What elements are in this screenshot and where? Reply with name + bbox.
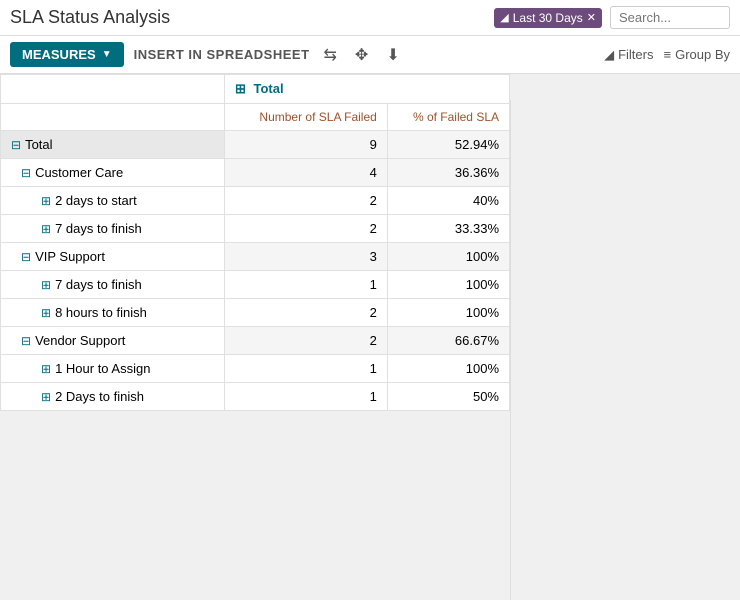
- value-cell: 100%: [387, 355, 509, 383]
- table-row: ⊞ 1 Hour to Assign 1100%: [1, 355, 510, 383]
- expand-icon[interactable]: ⊞: [41, 306, 51, 320]
- table-row: ⊟ Total 952.94%: [1, 131, 510, 159]
- measures-button[interactable]: MEASURES ▼: [10, 42, 124, 67]
- value-cell: 52.94%: [387, 131, 509, 159]
- table-row: ⊞ 7 days to finish 233.33%: [1, 215, 510, 243]
- groupby-button[interactable]: ≡ Group By: [663, 47, 730, 62]
- collapse-icon[interactable]: ⊟: [21, 166, 31, 180]
- value-cell: 2: [224, 187, 387, 215]
- value-cell: 36.36%: [387, 159, 509, 187]
- value-cell: 100%: [387, 271, 509, 299]
- value-cell: 100%: [387, 299, 509, 327]
- table-row: ⊞ 2 Days to finish 150%: [1, 383, 510, 411]
- value-cell: 1: [224, 355, 387, 383]
- move-icon[interactable]: ✥: [351, 45, 372, 65]
- value-cell: 9: [224, 131, 387, 159]
- filter-tag-label: Last 30 Days: [513, 11, 583, 25]
- row-label-text: 2 days to start: [55, 193, 137, 208]
- value-cell: 4: [224, 159, 387, 187]
- collapse-icon[interactable]: ⊟: [11, 138, 21, 152]
- row-label-text: 7 days to finish: [55, 221, 142, 236]
- row-label-text: 8 hours to finish: [55, 305, 147, 320]
- search-input[interactable]: [610, 6, 730, 29]
- expand-icon[interactable]: ⊞: [41, 278, 51, 292]
- value-cell: 2: [224, 327, 387, 355]
- col-group-header: Total: [253, 81, 283, 96]
- toolbar: MEASURES ▼ INSERT IN SPREADSHEET ⇆ ✥ ⬇ ◢…: [0, 36, 740, 74]
- value-cell: 100%: [387, 243, 509, 271]
- value-cell: 40%: [387, 187, 509, 215]
- expand-icon[interactable]: ⊞: [41, 194, 51, 208]
- row-label-text: 7 days to finish: [55, 277, 142, 292]
- value-cell: 33.33%: [387, 215, 509, 243]
- funnel-icon: ◢: [500, 11, 508, 24]
- download-icon[interactable]: ⬇: [382, 45, 403, 65]
- plus-icon[interactable]: ⊞: [235, 81, 246, 96]
- main-table: ⊞ Total Number of SLA Failed % of Failed…: [0, 74, 510, 411]
- collapse-icon[interactable]: ⊟: [21, 334, 31, 348]
- measures-arrow-icon: ▼: [102, 49, 112, 60]
- value-cell: 2: [224, 299, 387, 327]
- value-cell: 2: [224, 215, 387, 243]
- row-label-text: 1 Hour to Assign: [55, 361, 150, 376]
- col-header-2: % of Failed SLA: [387, 104, 509, 131]
- groupby-icon: ≡: [663, 47, 671, 62]
- page-title: SLA Status Analysis: [10, 7, 486, 28]
- value-cell: 50%: [387, 383, 509, 411]
- table-row: ⊟ Vendor Support 266.67%: [1, 327, 510, 355]
- row-label-text: 2 Days to finish: [55, 389, 144, 404]
- filter-tag-close[interactable]: ✕: [587, 11, 596, 24]
- collapse-icon[interactable]: ⊟: [21, 250, 31, 264]
- table-row: ⊞ 8 hours to finish 2100%: [1, 299, 510, 327]
- swap-icon[interactable]: ⇆: [320, 45, 341, 65]
- filter-tag: ◢ Last 30 Days ✕: [494, 8, 602, 28]
- table-row: ⊞ 2 days to start 240%: [1, 187, 510, 215]
- expand-icon[interactable]: ⊞: [41, 390, 51, 404]
- measures-label: MEASURES: [22, 47, 96, 62]
- table-row: ⊞ 7 days to finish 1100%: [1, 271, 510, 299]
- value-cell: 1: [224, 383, 387, 411]
- value-cell: 66.67%: [387, 327, 509, 355]
- row-label-text: VIP Support: [35, 249, 105, 264]
- filter-icon: ◢: [604, 47, 614, 63]
- insert-spreadsheet-button[interactable]: INSERT IN SPREADSHEET: [134, 47, 310, 62]
- table-row: ⊟ Customer Care 436.36%: [1, 159, 510, 187]
- content-area: ⊞ Total Number of SLA Failed % of Failed…: [0, 74, 740, 411]
- expand-icon[interactable]: ⊞: [41, 222, 51, 236]
- expand-icon[interactable]: ⊞: [41, 362, 51, 376]
- value-cell: 3: [224, 243, 387, 271]
- table-row: ⊟ VIP Support 3100%: [1, 243, 510, 271]
- filters-button[interactable]: ◢ Filters: [604, 47, 653, 63]
- row-label-text: Vendor Support: [35, 333, 125, 348]
- row-label-text: Customer Care: [35, 165, 123, 180]
- col-header-1: Number of SLA Failed: [224, 104, 387, 131]
- groupby-label: Group By: [675, 47, 730, 62]
- right-panel: [510, 100, 740, 600]
- row-label-text: Total: [25, 137, 52, 152]
- value-cell: 1: [224, 271, 387, 299]
- sla-table: ⊞ Total Number of SLA Failed % of Failed…: [0, 74, 510, 411]
- top-bar: SLA Status Analysis ◢ Last 30 Days ✕: [0, 0, 740, 36]
- filters-label: Filters: [618, 47, 653, 62]
